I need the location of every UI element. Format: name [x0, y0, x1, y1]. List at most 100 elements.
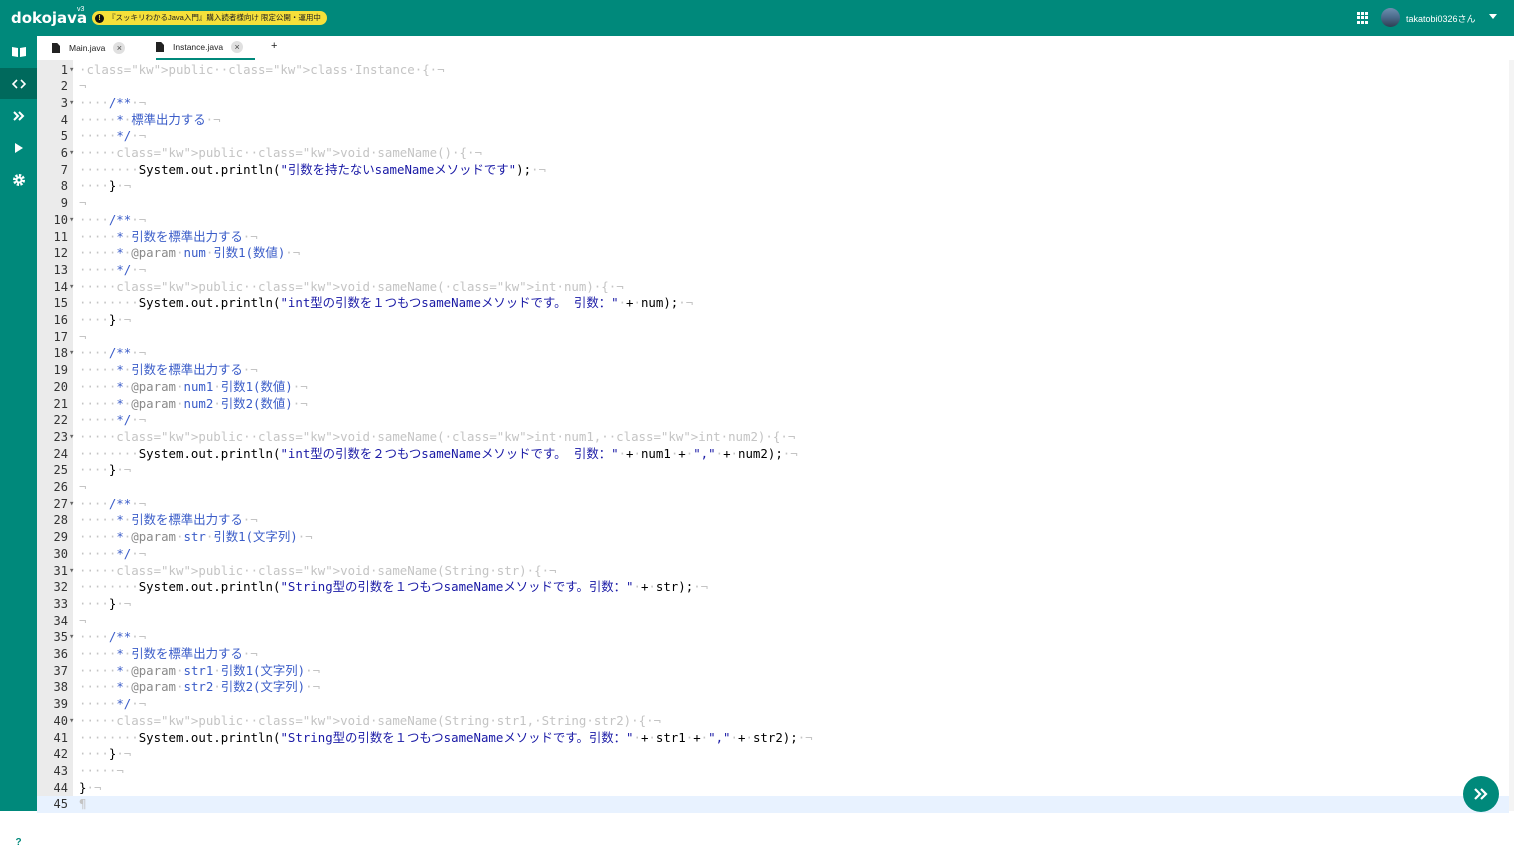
code-line[interactable]: 42 ····}·¬	[37, 746, 1509, 763]
code-line[interactable]: 12 ·····*·@param·num·引数1(数値)·¬	[37, 245, 1509, 262]
code-text: }·¬	[79, 779, 102, 795]
line-number: 36	[53, 647, 68, 661]
code-line[interactable]: 20 ·····*·@param·num1·引数1(数値)·¬	[37, 379, 1509, 396]
line-number: 25	[53, 463, 68, 478]
code-line[interactable]: 32 ········System.out.println("String型の引数…	[37, 579, 1509, 596]
code-line[interactable]: 8 ····}·¬	[37, 178, 1509, 195]
line-number: 31	[53, 563, 68, 578]
editor-scrollbar[interactable]	[1509, 60, 1514, 811]
code-line[interactable]: 3 ▾ ····/**·¬	[37, 95, 1509, 112]
code-line[interactable]: 10 ▾ ····/**·¬	[37, 212, 1509, 229]
code-line[interactable]: 27 ▾ ····/**·¬	[37, 496, 1509, 513]
code-line[interactable]: 13 ·····*/·¬	[37, 262, 1509, 279]
code-text: ·····class="kw">public··class="kw">void·…	[79, 428, 796, 444]
code-line[interactable]: 5 ·····*/·¬	[37, 128, 1509, 145]
fold-toggle-icon[interactable]: ▾	[69, 62, 74, 79]
code-editor[interactable]: 1 ▾ ·class="kw">public··class="kw">class·I…	[37, 60, 1509, 813]
code-line[interactable]: 24 ········System.out.println("int型の引数を２つ…	[37, 446, 1509, 463]
code-text: ····}·¬	[79, 462, 132, 478]
code-line[interactable]: 18 ▾ ····/**·¬	[37, 345, 1509, 362]
tab-instance-java[interactable]: Instance.java ×	[156, 36, 256, 60]
fold-toggle-icon[interactable]: ▾	[69, 496, 74, 513]
line-number: 13	[53, 262, 68, 277]
close-icon[interactable]: ×	[113, 42, 126, 54]
code-line[interactable]: 23 ▾ ·····class="kw">public··class="kw">vo…	[37, 429, 1509, 446]
avatar[interactable]	[1381, 8, 1400, 27]
code-line[interactable]: 17 ¬	[37, 329, 1509, 346]
double-chevron-icon[interactable]	[0, 100, 37, 131]
add-tab-button[interactable]: +	[271, 40, 277, 52]
line-number: 30	[53, 546, 68, 561]
code-line[interactable]: 26 ¬	[37, 479, 1509, 496]
help-icon[interactable]: ?	[12, 836, 25, 849]
code-line[interactable]: 21 ·····*·@param·num2·引数2(数値)·¬	[37, 396, 1509, 413]
line-number: 2	[60, 79, 68, 94]
apps-grid-icon[interactable]	[1357, 12, 1369, 24]
code-text: ····/**·¬	[79, 495, 147, 511]
fold-toggle-icon[interactable]: ▾	[69, 279, 74, 296]
code-line[interactable]: 31 ▾ ·····class="kw">public··class="kw">vo…	[37, 563, 1509, 580]
tab-main-java[interactable]: Main.java ×	[52, 36, 126, 60]
code-text: ·····¬	[79, 762, 124, 778]
code-line[interactable]: 7 ········System.out.println("引数を持たないsame…	[37, 162, 1509, 179]
code-line[interactable]: 37 ·····*·@param·str1·引数1(文字列)·¬	[37, 663, 1509, 680]
code-line[interactable]: 45 ¶	[37, 796, 1509, 813]
code-icon[interactable]	[0, 68, 37, 99]
fold-toggle-icon[interactable]: ▾	[69, 345, 74, 362]
code-line[interactable]: 34 ¬	[37, 613, 1509, 630]
line-number: 39	[53, 697, 68, 712]
code-line[interactable]: 11 ·····*·引数を標準出力する·¬	[37, 229, 1509, 246]
code-text: ····/**·¬	[79, 94, 147, 110]
fold-toggle-icon[interactable]: ▾	[69, 629, 74, 646]
fold-toggle-icon[interactable]: ▾	[69, 713, 74, 730]
code-line[interactable]: 4 ·····*·標準出力する·¬	[37, 112, 1509, 129]
run-fab-button[interactable]	[1463, 776, 1499, 812]
code-text: ·····*·引数を標準出力する·¬	[79, 512, 258, 528]
code-line[interactable]: 6 ▾ ·····class="kw">public··class="kw">voi…	[37, 145, 1509, 162]
line-number: 16	[53, 313, 68, 327]
code-text: ·····*/·¬	[79, 261, 147, 277]
code-line[interactable]: 25 ····}·¬	[37, 462, 1509, 479]
code-text: ¶	[79, 796, 87, 812]
fold-toggle-icon[interactable]: ▾	[69, 95, 74, 112]
gear-icon[interactable]	[0, 164, 37, 195]
code-line[interactable]: 39 ·····*/·¬	[37, 696, 1509, 713]
code-line[interactable]: 33 ····}·¬	[37, 596, 1509, 613]
code-line[interactable]: 38 ·····*·@param·str2·引数2(文字列)·¬	[37, 679, 1509, 696]
code-line[interactable]: 1 ▾ ·class="kw">public··class="kw">class·I…	[37, 62, 1509, 79]
code-line[interactable]: 29 ·····*·@param·str·引数1(文字列)·¬	[37, 529, 1509, 546]
code-text: ·····class="kw">public··class="kw">void·…	[79, 145, 482, 160]
fold-toggle-icon[interactable]: ▾	[69, 563, 74, 580]
username[interactable]: takatobi0326さん	[1406, 12, 1476, 25]
code-line[interactable]: 44}·¬	[37, 780, 1509, 797]
code-line[interactable]: 16 ····}·¬	[37, 312, 1509, 329]
line-number: 4	[60, 112, 68, 127]
code-line[interactable]: 40 ▾ ·····class="kw">public··class="kw">vo…	[37, 713, 1509, 730]
line-number: 32	[53, 580, 68, 595]
code-line[interactable]: 30 ·····*/·¬	[37, 546, 1509, 563]
code-line[interactable]: 19 ·····*·引数を標準出力する·¬	[37, 362, 1509, 379]
close-icon[interactable]: ×	[231, 41, 244, 53]
code-line[interactable]: 35 ▾ ····/**·¬	[37, 629, 1509, 646]
app-logo[interactable]: dokojava	[11, 9, 87, 27]
line-number: 41	[53, 730, 68, 745]
code-text: ········System.out.println("String型の引数を１…	[79, 579, 709, 595]
line-number: 1	[60, 62, 68, 77]
code-line[interactable]: 15 ········System.out.println("int型の引数を１つ…	[37, 295, 1509, 312]
fold-toggle-icon[interactable]: ▾	[69, 429, 74, 446]
code-line[interactable]: 14 ▾ ·····class="kw">public··class="kw">vo…	[37, 279, 1509, 296]
play-icon[interactable]	[0, 132, 37, 163]
code-line[interactable]: 36 ·····*·引数を標準出力する·¬	[37, 646, 1509, 663]
code-line[interactable]: 22 ·····*/·¬	[37, 412, 1509, 429]
book-icon[interactable]	[0, 36, 37, 67]
code-text: ·····*·@param·str2·引数2(文字列)·¬	[79, 679, 321, 695]
code-line[interactable]: 41 ········System.out.println("String型の引数…	[37, 730, 1509, 747]
code-line[interactable]: 28 ·····*·引数を標準出力する·¬	[37, 512, 1509, 529]
code-line[interactable]: 9 ¬	[37, 195, 1509, 212]
code-text: ¬	[79, 479, 87, 494]
code-line[interactable]: 2 ¬	[37, 78, 1509, 95]
fold-toggle-icon[interactable]: ▾	[69, 212, 74, 229]
fold-toggle-icon[interactable]: ▾	[69, 145, 74, 162]
chevron-down-icon[interactable]	[1489, 14, 1497, 19]
code-line[interactable]: 43 ·····¬	[37, 763, 1509, 780]
